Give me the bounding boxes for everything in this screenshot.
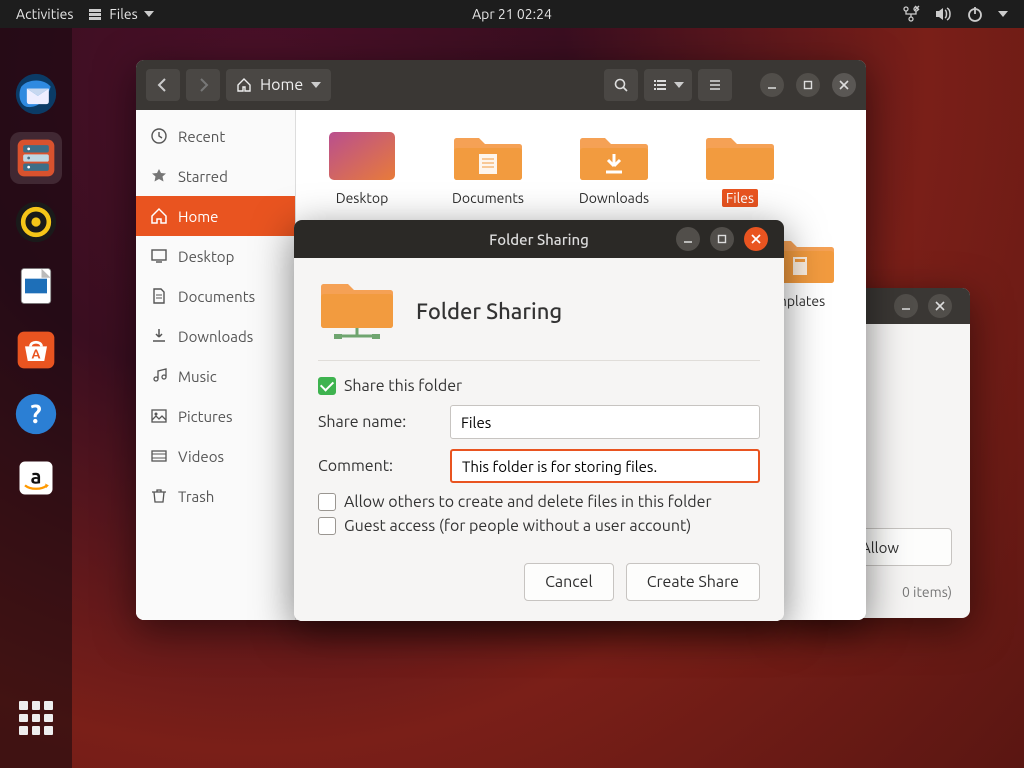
sidebar-item-label: Home [178,208,218,225]
allow-others-checkbox[interactable] [318,493,336,511]
dialog-window-title: Folder Sharing [489,231,589,248]
share-this-folder-label: Share this folder [344,377,462,395]
svg-text:a: a [31,465,42,488]
file-label: Documents [448,189,528,207]
chevron-down-icon [144,11,154,17]
nav-forward-button[interactable] [186,69,220,101]
network-icon[interactable] [902,5,920,23]
files-close[interactable] [832,73,856,97]
sidebar-item-home[interactable]: Home [136,196,295,236]
sidebar-item-label: Music [178,368,217,385]
bgwin-minimize[interactable] [894,294,918,318]
dialog-titlebar[interactable]: Folder Sharing [294,220,784,258]
sidebar-item-label: Desktop [178,248,234,265]
home-icon [236,77,252,93]
sidebar-item-label: Videos [178,448,224,465]
system-menu-chevron-icon[interactable] [998,11,1008,17]
create-share-button[interactable]: Create Share [626,563,760,601]
app-menu-label: Files [109,6,137,22]
list-icon [652,77,668,93]
sidebar-item-videos[interactable]: Videos [136,436,295,476]
search-button[interactable] [604,69,638,101]
top-bar: Activities Files Apr 21 02:24 [0,0,1024,28]
file-item-documents[interactable]: Documents [440,128,536,207]
files-sidebar: Recent Starred Home Desktop Documents Do… [136,110,296,620]
svg-text:?: ? [30,399,41,428]
app-menu[interactable]: Files [87,6,153,22]
file-label: Downloads [575,189,653,207]
sidebar-item-label: Pictures [178,408,233,425]
dialog-heading: Folder Sharing [416,299,562,324]
sidebar-item-label: Documents [178,288,255,305]
dock-help[interactable]: ? [10,388,62,440]
sidebar-item-desktop[interactable]: Desktop [136,236,295,276]
files-minimize[interactable] [760,73,784,97]
sidebar-item-label: Starred [178,168,228,185]
nav-back-button[interactable] [146,69,180,101]
dialog-maximize[interactable] [710,227,734,251]
sidebar-item-documents[interactable]: Documents [136,276,295,316]
sidebar-item-label: Recent [178,128,225,145]
power-icon[interactable] [966,5,984,23]
allow-others-label: Allow others to create and delete files … [344,493,712,511]
sidebar-item-trash[interactable]: Trash [136,476,295,516]
share-this-folder-checkbox[interactable] [318,377,336,395]
share-name-label: Share name: [318,413,438,431]
sidebar-item-pictures[interactable]: Pictures [136,396,295,436]
comment-label: Comment: [318,457,438,475]
share-name-input[interactable] [450,405,760,439]
sidebar-item-downloads[interactable]: Downloads [136,316,295,356]
file-item-files[interactable]: Files [692,128,788,207]
svg-text:A: A [31,347,40,361]
file-item-desktop[interactable]: Desktop [314,128,410,207]
sidebar-item-label: Downloads [178,328,253,345]
path-chevron-icon [311,82,321,88]
dock-amazon[interactable]: a [10,452,62,504]
chevron-down-icon [674,82,684,88]
dock-libreoffice-writer[interactable] [10,260,62,312]
file-label: Desktop [332,189,393,207]
path-bar[interactable]: Home [226,69,331,101]
guest-access-checkbox[interactable] [318,517,336,535]
show-applications[interactable] [10,692,62,744]
guest-access-label: Guest access (for people without a user … [344,517,691,535]
share-folder-icon [318,276,396,346]
sidebar-item-label: Trash [178,488,214,505]
view-list-button[interactable] [644,69,692,101]
file-item-downloads[interactable]: Downloads [566,128,662,207]
path-label: Home [260,76,303,94]
sidebar-item-recent[interactable]: Recent [136,116,295,156]
dialog-minimize[interactable] [676,227,700,251]
files-icon [87,6,103,22]
bgwin-close[interactable] [928,294,952,318]
dock-ubuntu-software[interactable]: A [10,324,62,376]
dock-files[interactable] [10,132,62,184]
file-label: Files [722,189,758,207]
volume-icon[interactable] [934,5,952,23]
dock-thunderbird[interactable] [10,68,62,120]
sidebar-item-starred[interactable]: Starred [136,156,295,196]
sidebar-item-music[interactable]: Music [136,356,295,396]
comment-input[interactable] [450,449,760,483]
cancel-button[interactable]: Cancel [524,563,614,601]
clock[interactable]: Apr 21 02:24 [472,6,552,22]
files-maximize[interactable] [796,73,820,97]
dock-rhythmbox[interactable] [10,196,62,248]
folder-sharing-dialog: Folder Sharing Folder Sharing Share this… [294,220,784,621]
dock: A ? a [0,28,72,768]
dialog-close[interactable] [744,227,768,251]
hamburger-menu-button[interactable] [698,69,732,101]
activities-button[interactable]: Activities [16,6,73,22]
files-toolbar: Home [136,60,866,110]
